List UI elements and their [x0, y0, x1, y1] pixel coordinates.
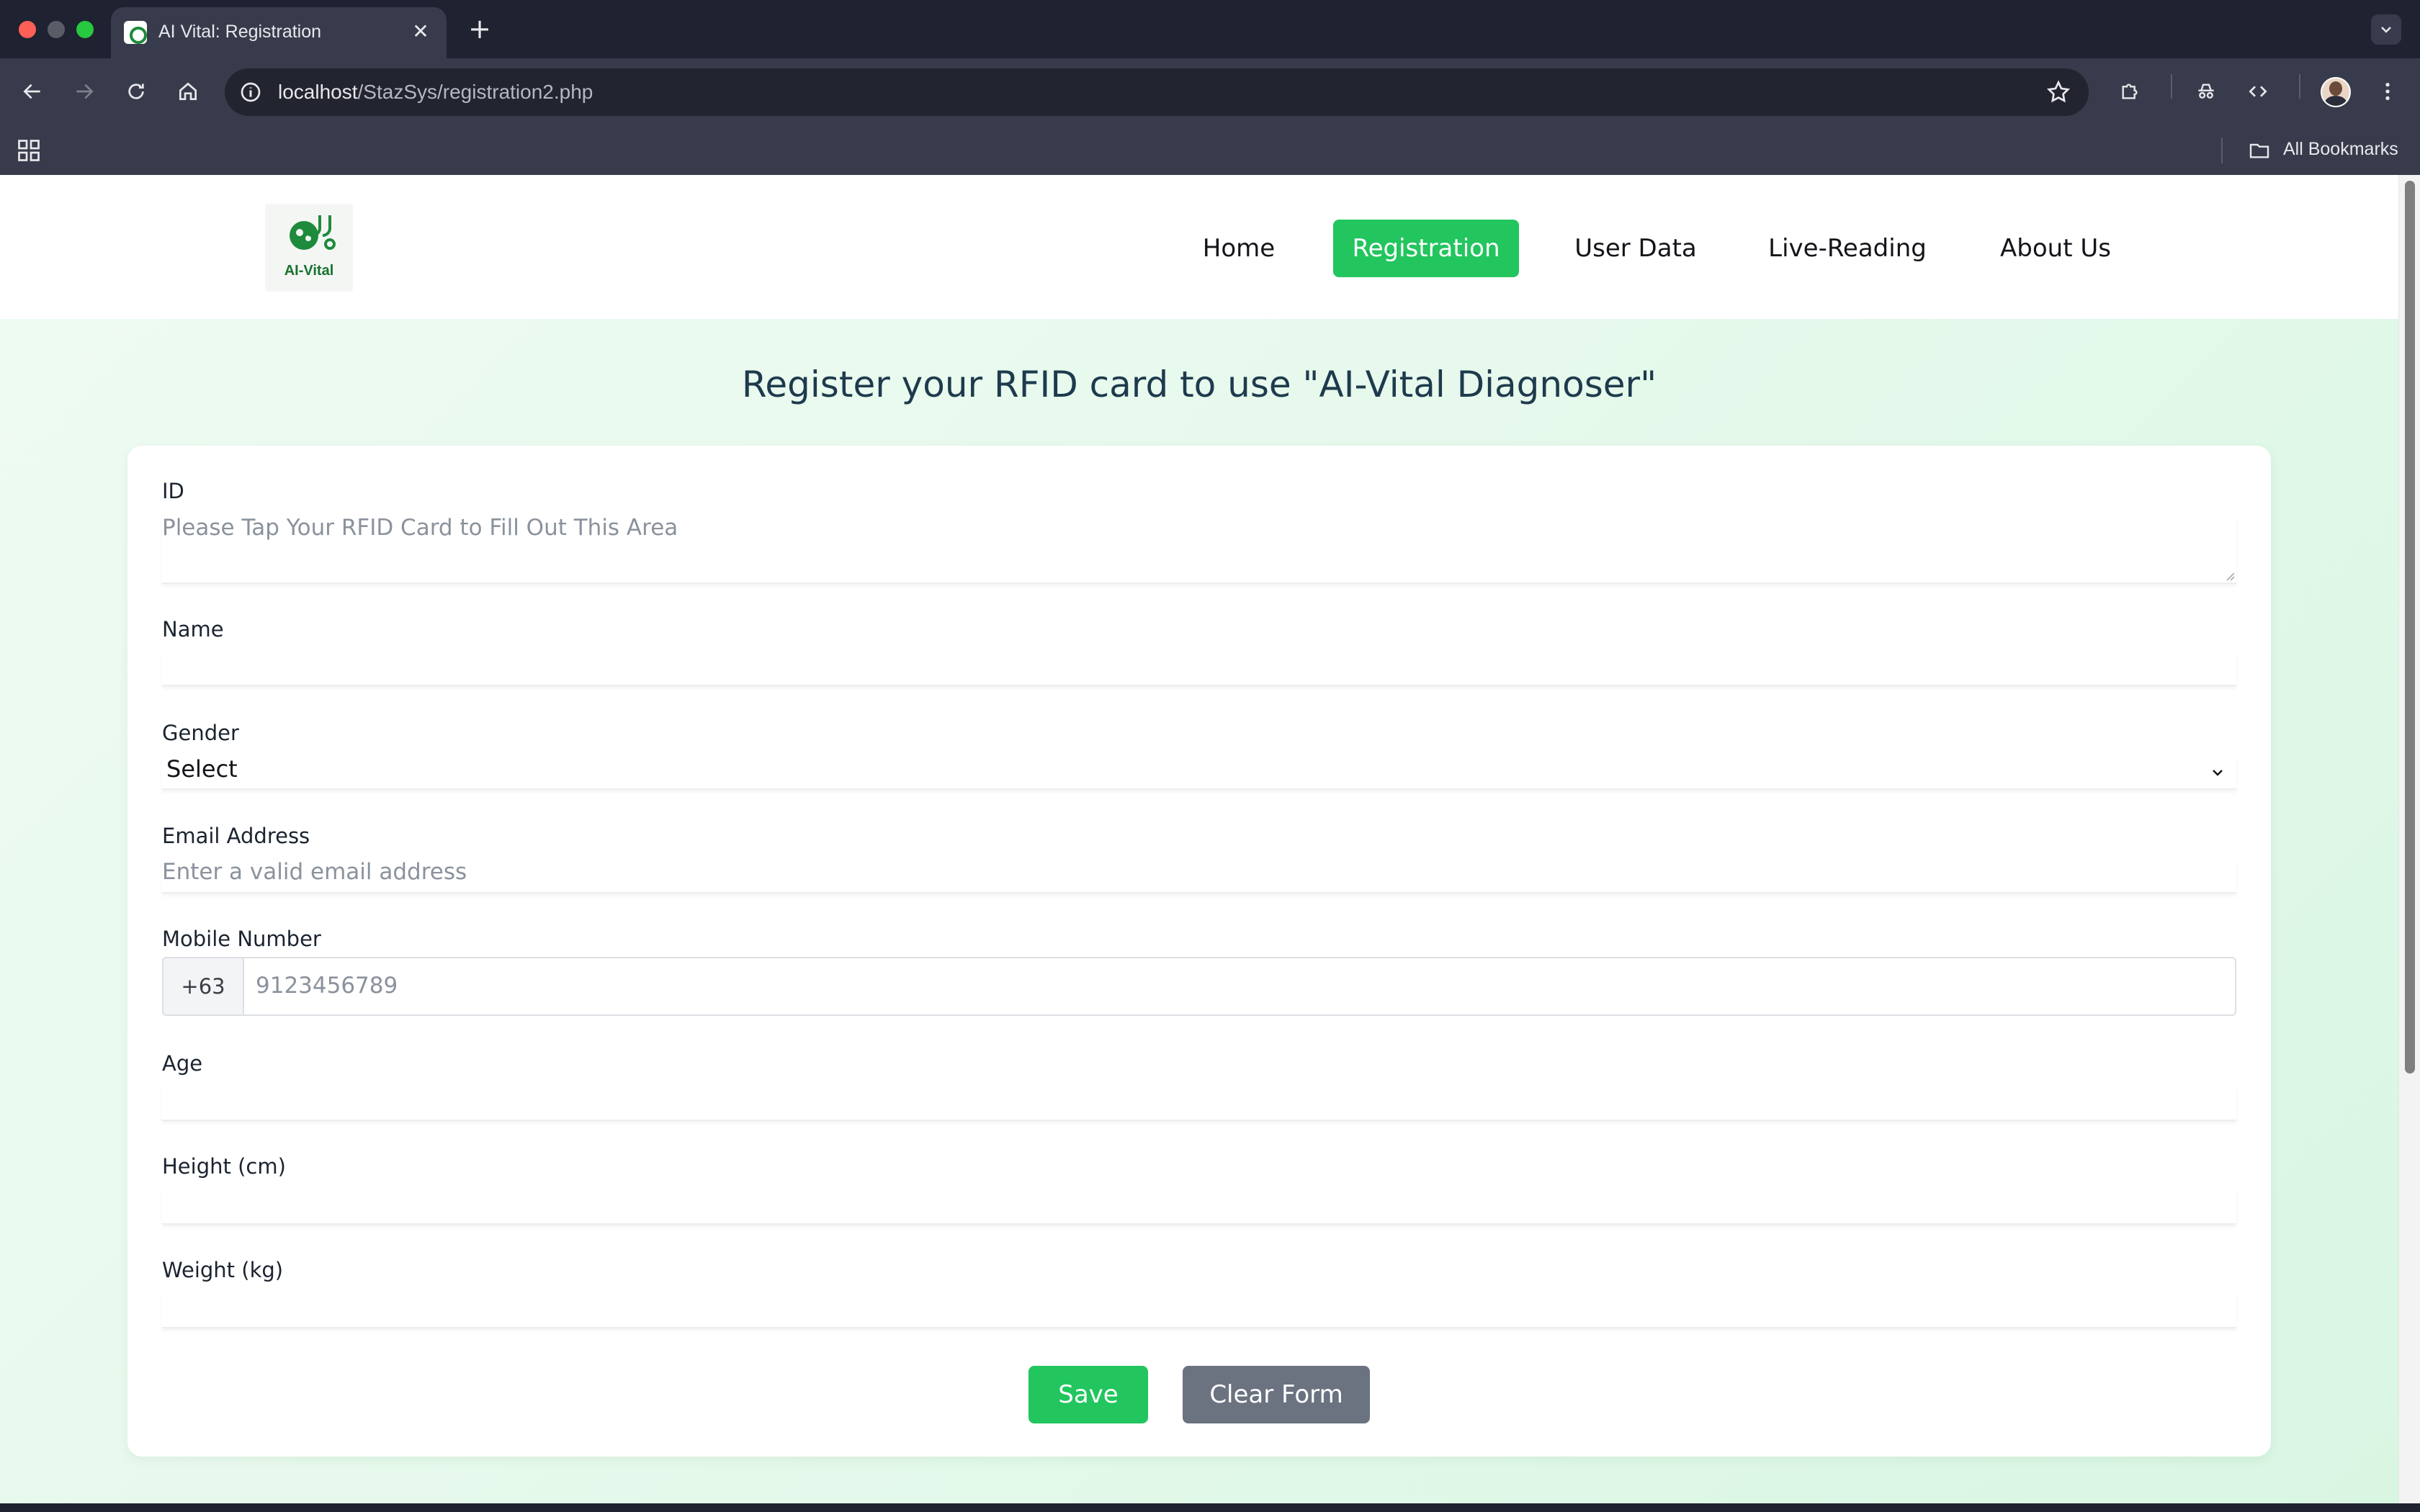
gender-selected-value: Select [166, 755, 238, 783]
age-label: Age [162, 1051, 203, 1076]
home-icon [179, 82, 197, 100]
weight-input[interactable] [162, 1295, 2236, 1328]
incognito-button[interactable] [2188, 73, 2224, 109]
apps-grid-icon[interactable] [16, 138, 42, 163]
bookmark-star-icon[interactable] [2045, 79, 2071, 105]
email-placeholder: Enter a valid email address [162, 859, 467, 885]
gender-label: Gender [162, 721, 239, 745]
chevron-down-icon [2381, 27, 2391, 33]
mobile-input[interactable]: 9123456789 [243, 957, 2236, 1016]
stethoscope-icon [290, 215, 336, 250]
url-text: localhost/StazSys/registration2.php [278, 81, 593, 103]
mobile-label: Mobile Number [162, 927, 321, 951]
id-placeholder: Please Tap Your RFID Card to Fill Out Th… [162, 515, 678, 541]
devtools-button[interactable] [2240, 73, 2276, 109]
extensions-button[interactable] [2112, 73, 2148, 109]
tab-title: AI Vital: Registration [158, 22, 322, 42]
site-header: AI-Vital Home Registration User Data Liv… [0, 175, 2398, 319]
maximize-window-button[interactable] [76, 21, 94, 38]
tab-close-icon[interactable]: ✕ [408, 19, 434, 45]
more-vertical-icon [2385, 83, 2390, 100]
gender-select[interactable]: Select [162, 755, 2236, 790]
mobile-placeholder: 9123456789 [256, 973, 398, 999]
country-code-prefix: +63 [162, 957, 244, 1016]
favicon-icon [124, 21, 147, 44]
arrow-left-icon [23, 84, 40, 99]
folder-icon [2249, 143, 2269, 158]
height-input[interactable] [162, 1192, 2236, 1225]
incognito-icon [2198, 84, 2214, 99]
id-label: ID [162, 479, 184, 503]
nav-user-data[interactable]: User Data [1567, 220, 1704, 277]
save-button[interactable]: Save [1028, 1366, 1148, 1423]
toolbar-divider [2171, 74, 2172, 99]
nav-about-us[interactable]: About Us [1995, 220, 2116, 277]
page-viewport: AI-Vital Home Registration User Data Liv… [0, 175, 2398, 1503]
height-label: Height (cm) [162, 1154, 286, 1179]
page-title: Register your RFID card to use "AI-Vital… [741, 364, 1657, 405]
name-input[interactable] [162, 654, 2236, 686]
forward-button[interactable] [66, 73, 102, 109]
logo-text: AI-Vital [284, 263, 334, 279]
nav-home[interactable]: Home [1188, 220, 1289, 277]
code-icon [2249, 86, 2267, 97]
minimize-window-button[interactable] [48, 21, 65, 38]
nav-live-reading[interactable]: Live-Reading [1767, 220, 1927, 277]
page-scrollbar[interactable] [2398, 175, 2420, 1503]
browser-menu-button[interactable] [2370, 73, 2406, 109]
toolbar-divider [2299, 74, 2300, 99]
registration-form: ID Please Tap Your RFID Card to Fill Out… [127, 446, 2271, 1457]
bookmarks-bar: All Bookmarks [0, 126, 2420, 175]
close-window-button[interactable] [19, 21, 36, 38]
tab-search-button[interactable] [2371, 14, 2401, 45]
reload-icon [128, 84, 144, 99]
arrow-right-icon [76, 84, 94, 99]
id-textarea[interactable]: Please Tap Your RFID Card to Fill Out Th… [162, 515, 2236, 584]
name-label: Name [162, 617, 224, 642]
profile-avatar[interactable] [2321, 77, 2351, 107]
chevron-down-icon [2213, 770, 2223, 776]
email-input[interactable]: Enter a valid email address [162, 859, 2236, 894]
clear-form-button[interactable]: Clear Form [1183, 1366, 1370, 1423]
window-bottom-edge [0, 1503, 2420, 1512]
email-label: Email Address [162, 824, 310, 848]
puzzle-icon [2122, 84, 2138, 99]
home-button[interactable] [170, 73, 206, 109]
browser-tab[interactable]: AI Vital: Registration ✕ [111, 7, 447, 58]
site-logo[interactable]: AI-Vital [265, 204, 353, 292]
new-tab-button[interactable]: + [464, 13, 496, 45]
weight-label: Weight (kg) [162, 1258, 284, 1282]
scrollbar-thumb[interactable] [2405, 181, 2415, 1074]
address-bar[interactable]: localhost/StazSys/registration2.php [225, 68, 2089, 116]
site-info-icon[interactable] [239, 81, 262, 104]
back-button[interactable] [14, 73, 50, 109]
browser-tab-bar: AI Vital: Registration ✕ + [0, 0, 2420, 58]
resize-grip-icon[interactable] [2225, 571, 2235, 581]
bookmarks-divider [2221, 138, 2223, 163]
reload-button[interactable] [118, 73, 154, 109]
nav-registration[interactable]: Registration [1333, 220, 1519, 277]
all-bookmarks-link[interactable]: All Bookmarks [2283, 139, 2398, 160]
age-input[interactable] [162, 1088, 2236, 1121]
browser-toolbar: localhost/StazSys/registration2.php [0, 58, 2420, 126]
